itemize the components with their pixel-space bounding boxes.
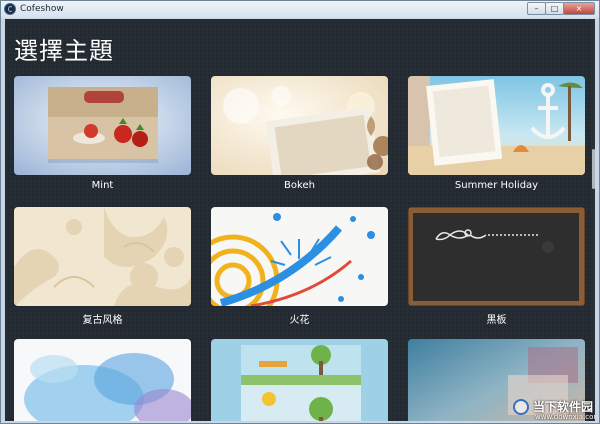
watercolor-thumbnail	[14, 339, 191, 421]
theme-gallery: 選擇主題 Mint Bokeh Summer Holiday 复古风格 火花 黑…	[5, 19, 595, 421]
summer-holiday-thumbnail	[408, 76, 585, 175]
app-window: Cofeshow – □ × 選擇主題 Mint Bokeh Summer Ho…	[0, 0, 600, 424]
blackboard-thumbnail	[408, 207, 585, 306]
theme-card-watercolor[interactable]	[14, 339, 191, 421]
minimize-button[interactable]: –	[527, 2, 546, 15]
close-button[interactable]: ×	[563, 2, 595, 15]
theme-label-bokeh: Bokeh	[284, 180, 315, 191]
mint-thumbnail	[14, 76, 191, 175]
app-logo-icon	[4, 3, 16, 15]
theme-label-retro: 复古风格	[82, 315, 123, 326]
theme-card-summer-holiday[interactable]	[408, 76, 585, 175]
theme-card-scenery[interactable]	[211, 339, 388, 421]
watermark-logo-icon	[513, 399, 529, 415]
window-title: Cofeshow	[20, 4, 64, 14]
theme-card-retro[interactable]	[14, 207, 191, 306]
theme-card-mint[interactable]	[14, 76, 191, 175]
theme-card-bokeh[interactable]	[211, 76, 388, 175]
retro-thumbnail	[14, 207, 191, 306]
scrollbar-thumb[interactable]	[592, 149, 595, 189]
theme-label-blackboard: 黑板	[486, 315, 507, 326]
window-controls: – □ ×	[527, 2, 595, 16]
watermark-url: www.downxia.com	[535, 413, 595, 421]
theme-label-summer-holiday: Summer Holiday	[454, 180, 539, 191]
theme-card-blackboard[interactable]	[408, 207, 585, 306]
page-title: 選擇主題	[14, 37, 114, 65]
spark-thumbnail	[211, 207, 388, 306]
bokeh-thumbnail	[211, 76, 388, 175]
theme-label-spark: 火花	[289, 315, 310, 326]
vertical-scrollbar[interactable]	[591, 19, 595, 421]
theme-label-mint: Mint	[91, 180, 114, 191]
theme-card-spark[interactable]	[211, 207, 388, 306]
title-bar[interactable]: Cofeshow – □ ×	[1, 1, 599, 18]
scenery-thumbnail	[211, 339, 388, 421]
maximize-button[interactable]: □	[545, 2, 564, 15]
